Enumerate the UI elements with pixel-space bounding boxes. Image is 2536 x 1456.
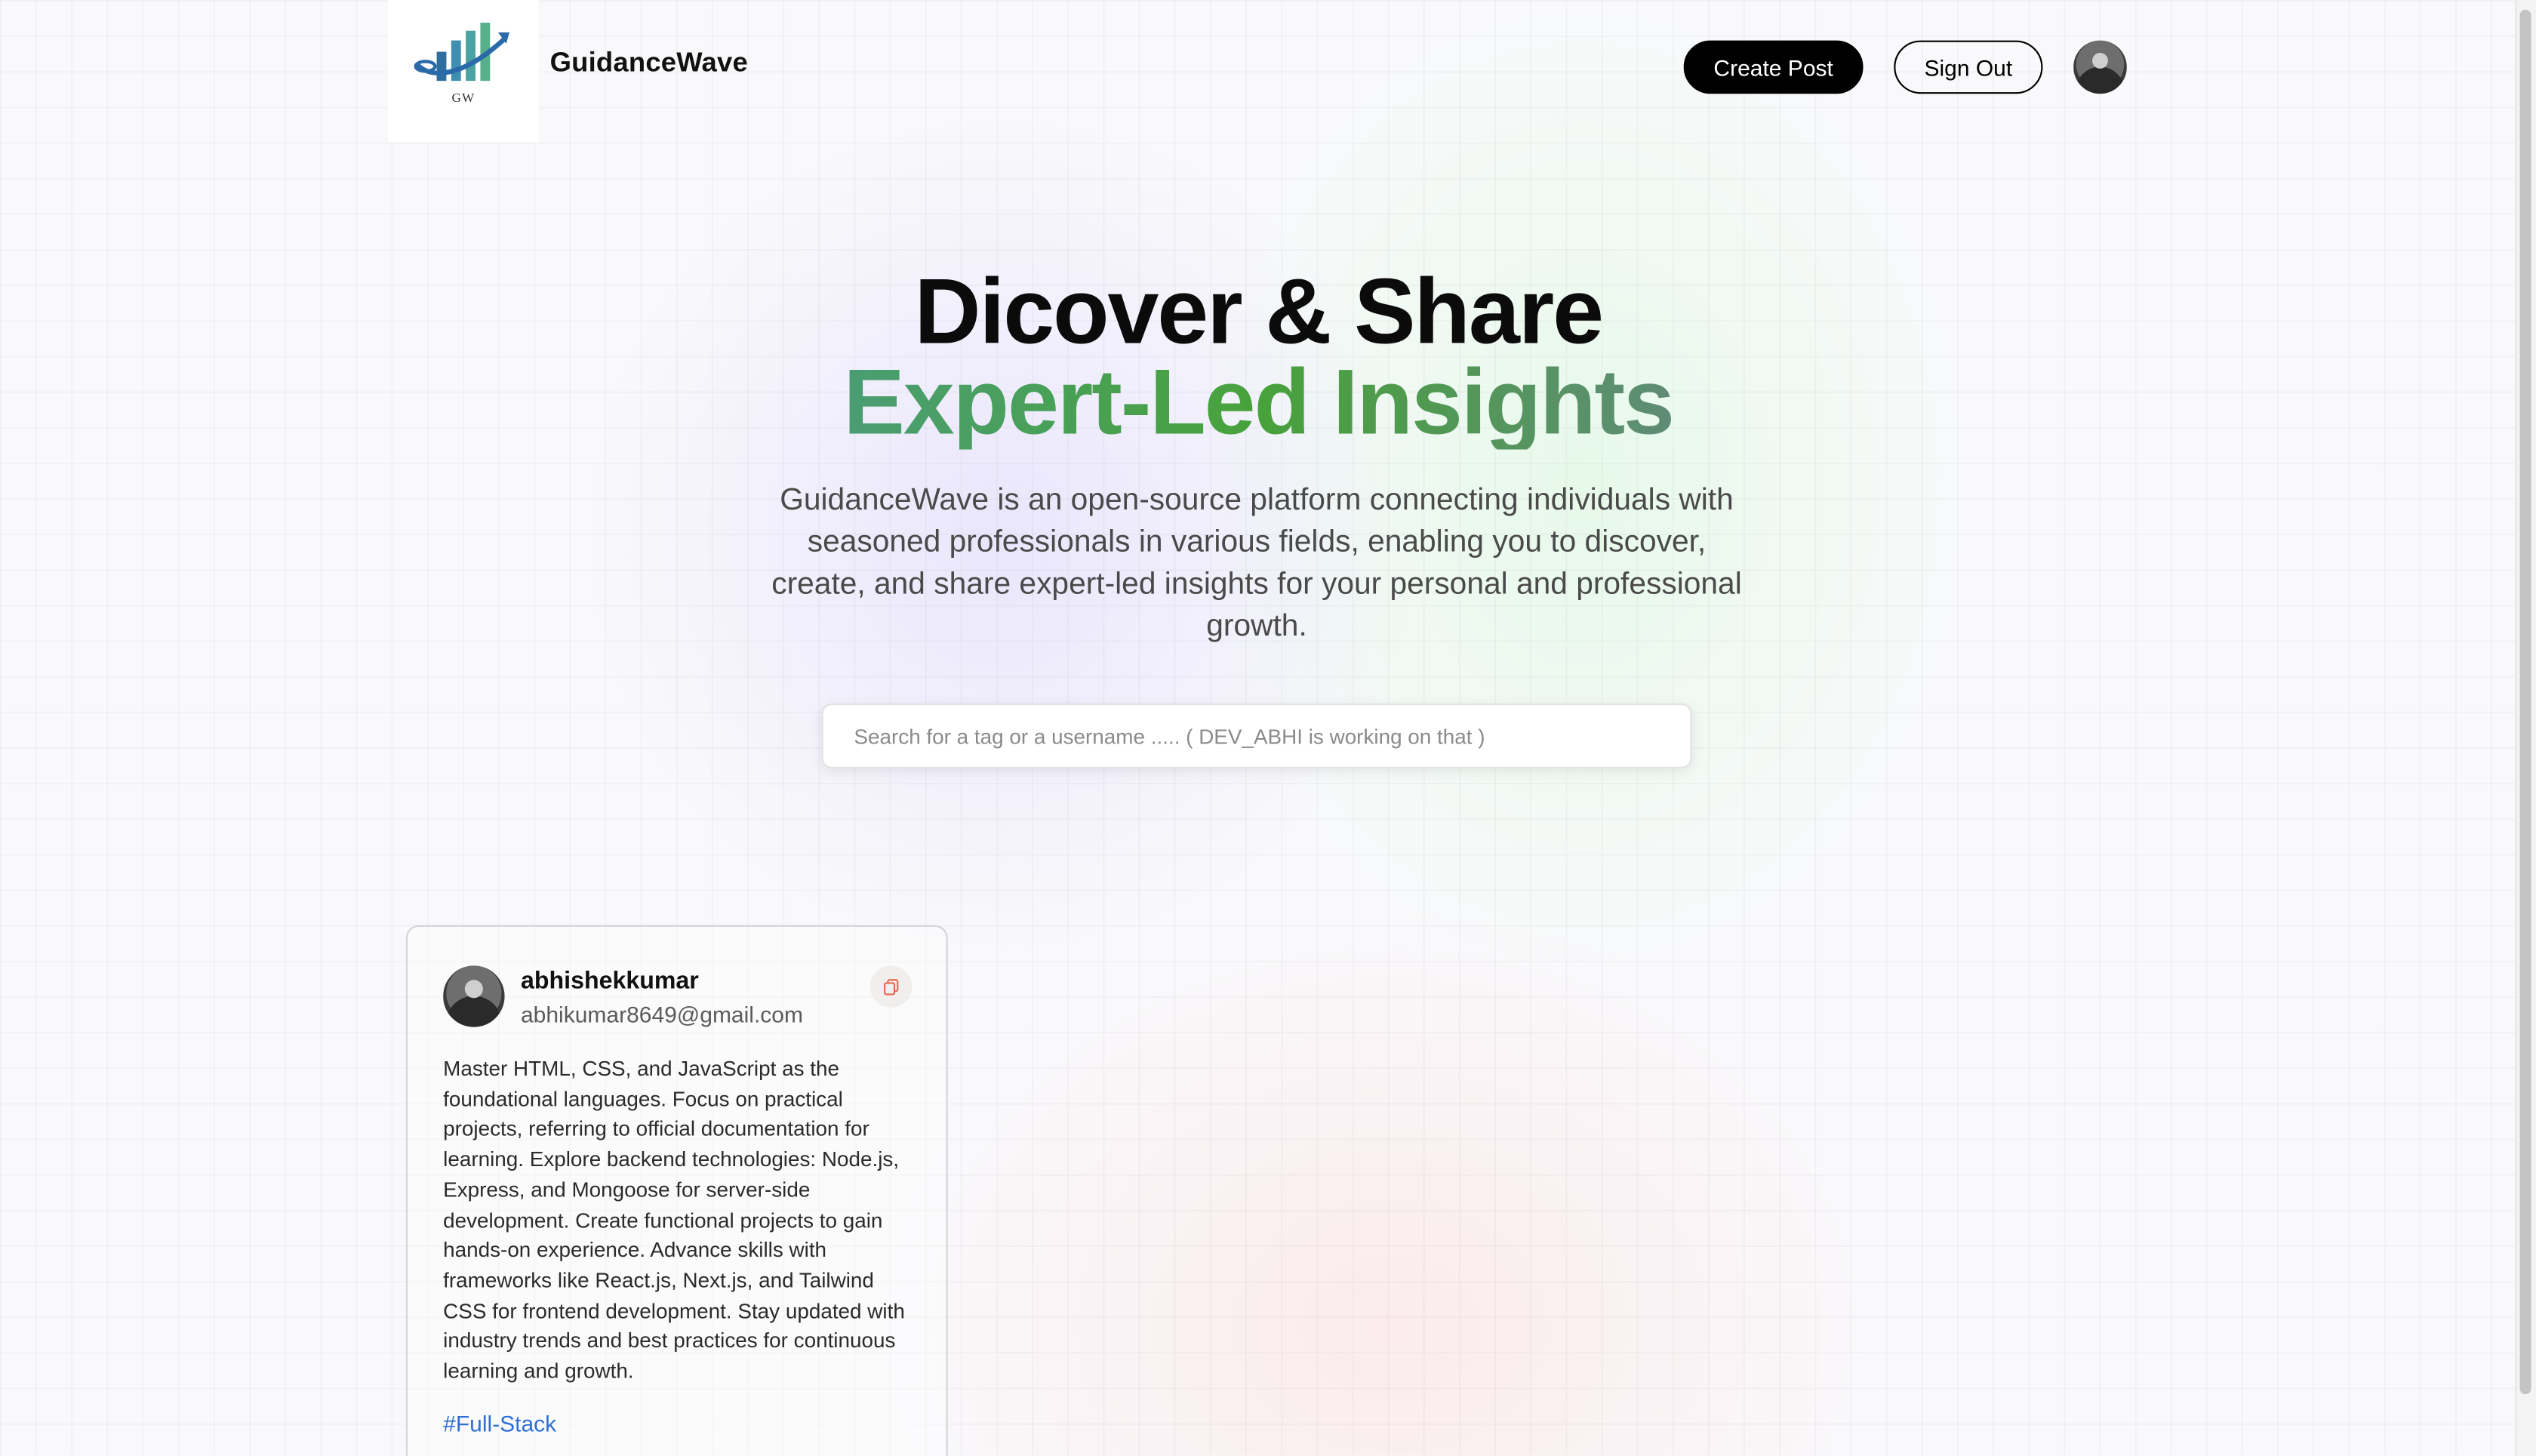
- scrollbar-thumb[interactable]: [2519, 9, 2531, 1395]
- logo-text: GW: [451, 91, 476, 106]
- sign-out-button[interactable]: Sign Out: [1894, 40, 2043, 94]
- post-tag-link[interactable]: #Full-Stack: [443, 1411, 556, 1436]
- post-author-email: abhikumar8649@gmail.com: [521, 1001, 803, 1027]
- page-viewport: GW GuidanceWave Create Post Sign Out Dic…: [0, 0, 2536, 1456]
- post-author-username[interactable]: abhishekkumar: [521, 967, 699, 994]
- logo[interactable]: GW: [388, 0, 539, 143]
- profile-avatar[interactable]: [2073, 40, 2127, 94]
- copy-icon: [884, 977, 899, 995]
- post-card: abhishekkumar abhikumar8649@gmail.com Ma…: [405, 925, 948, 1456]
- copy-button[interactable]: [869, 965, 913, 1008]
- bar-chart-logo-icon: [414, 23, 509, 82]
- create-post-button[interactable]: Create Post: [1683, 40, 1864, 94]
- brand-name[interactable]: GuidanceWave: [550, 47, 748, 79]
- search-input[interactable]: [821, 703, 1692, 768]
- hero-description: GuidanceWave is an open-source platform …: [771, 483, 1742, 644]
- hero-title: Dicover & Share Expert-Led Insights: [0, 266, 2516, 450]
- post-body: Master HTML, CSS, and JavaScript as the …: [443, 1056, 905, 1384]
- hero-title-line2: Expert-Led Insights: [0, 356, 2516, 450]
- hero-title-line1: Dicover & Share: [914, 260, 1604, 365]
- page-scrollbar[interactable]: [2515, 0, 2536, 1456]
- post-author-avatar[interactable]: [443, 965, 505, 1027]
